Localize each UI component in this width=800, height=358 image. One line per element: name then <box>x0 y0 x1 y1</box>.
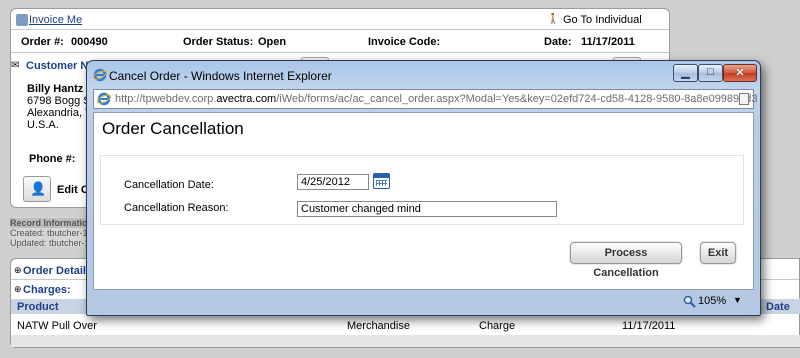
created-by: Created: tbutcher-11 <box>10 228 92 238</box>
page-content: Order Cancellation Cancellation Date: Ca… <box>93 112 754 290</box>
window-title: Cancel Order - Windows Internet Explorer <box>109 69 332 83</box>
status-bar: 105% ▼ <box>93 292 754 312</box>
cancellation-date-input[interactable] <box>297 174 369 190</box>
cancel-order-window: Cancel Order - Windows Internet Explorer… <box>86 60 761 316</box>
date-column-header[interactable]: Date <box>766 301 790 313</box>
table-row: NATW Pull Over Merchandise Charge 11/17/… <box>11 317 800 333</box>
edit-person-icon: 👤 <box>30 181 47 196</box>
order-status-value: Open <box>258 36 287 48</box>
internet-explorer-icon <box>93 68 107 82</box>
calendar-icon[interactable] <box>373 173 390 189</box>
minimize-button[interactable]: ▁ <box>673 64 698 82</box>
invoice-icon <box>16 14 28 26</box>
phone-label: Phone #: <box>29 153 76 165</box>
order-details-heading[interactable]: Order Details <box>23 265 92 277</box>
url-prefix: http://tpwebdev.corp. <box>115 93 217 105</box>
maximize-button[interactable]: □ <box>698 64 723 82</box>
close-button[interactable]: ✕ <box>723 64 757 82</box>
address-bar[interactable]: http://tpwebdev.corp.avectra.com/iWeb/fo… <box>93 89 758 109</box>
invoice-me-link[interactable]: Invoice Me <box>29 14 82 26</box>
updated-by: Updated: tbutcher-11 <box>10 238 94 248</box>
record-info-strip: Record Informatio Created: tbutcher-11 U… <box>10 217 94 248</box>
maximize-icon: □ <box>707 66 714 78</box>
close-icon: ✕ <box>735 67 745 79</box>
zoom-icon[interactable] <box>683 295 696 308</box>
page-icon <box>739 93 749 105</box>
expand-icon[interactable]: ⊕ <box>14 284 22 295</box>
address-ie-icon <box>97 92 111 106</box>
record-info-heading: Record Informatio <box>10 218 90 228</box>
cancellation-reason-label: Cancellation Reason: <box>124 202 229 214</box>
charges-heading[interactable]: Charges: <box>23 284 71 296</box>
product-column-header[interactable]: Product <box>17 301 59 313</box>
row-type: Merchandise <box>347 320 410 332</box>
zoom-dropdown-icon[interactable]: ▼ <box>733 295 742 305</box>
invoice-code-label: Invoice Code: <box>368 36 441 48</box>
url-domain: avectra.com <box>216 93 277 105</box>
go-to-individual-link[interactable]: Go To Individual <box>563 14 642 26</box>
address-url[interactable]: http://tpwebdev.corp.avectra.com/iWeb/fo… <box>115 93 758 105</box>
row-product: NATW Pull Over <box>17 320 97 332</box>
cancellation-form: Cancellation Date: Cancellation Reason: <box>100 155 744 225</box>
date-label: Date: <box>544 36 572 48</box>
address-line-3: U.S.A. <box>27 119 59 131</box>
cancellation-reason-input[interactable] <box>297 201 557 217</box>
minimize-icon: ▁ <box>681 67 690 79</box>
edit-order-label: Edit O <box>57 184 90 196</box>
cancellation-date-label: Cancellation Date: <box>124 179 214 191</box>
page-title: Order Cancellation <box>102 119 244 138</box>
order-number-label: Order #: <box>21 36 64 48</box>
person-icon: 🚶 <box>547 14 560 25</box>
process-cancellation-button[interactable]: Process Cancellation <box>570 242 682 279</box>
zoom-level[interactable]: 105% <box>698 295 726 307</box>
url-path: /iWeb/forms/ac/ac_cancel_order.aspx?Moda… <box>276 93 758 105</box>
customer-icon: ✉ <box>11 60 20 71</box>
order-number-value: 000490 <box>71 36 108 48</box>
order-date-value: 11/17/2011 <box>581 36 635 48</box>
edit-order-button[interactable]: 👤 <box>23 176 51 202</box>
expand-icon[interactable]: ⊕ <box>14 265 22 276</box>
customer-name: Billy Hantz <box>27 83 84 95</box>
table-row-empty <box>11 335 800 347</box>
exit-button[interactable]: Exit <box>700 242 736 264</box>
row-charge: Charge <box>479 320 516 332</box>
row-date: 11/17/2011 <box>622 320 676 332</box>
customer-name-heading[interactable]: Customer Na <box>26 60 94 72</box>
order-status-label: Order Status: <box>183 36 254 48</box>
